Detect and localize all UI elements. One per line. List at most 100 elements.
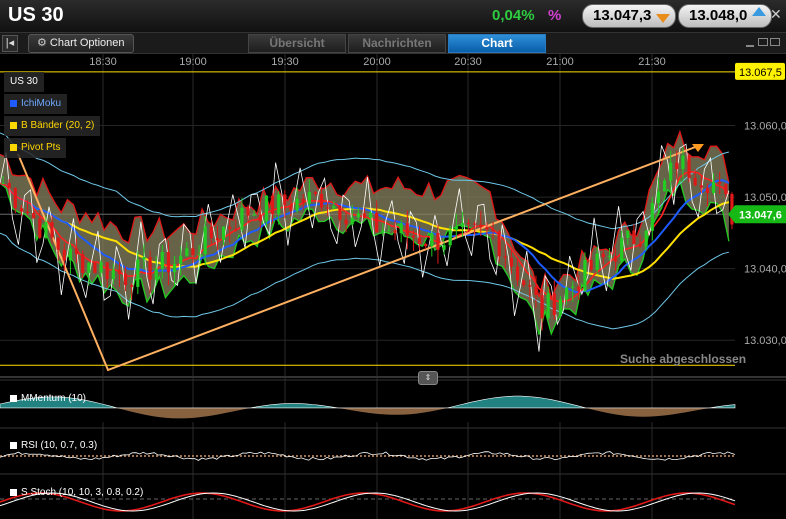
candle-body	[295, 198, 299, 211]
candle-body	[571, 286, 575, 288]
candle-body	[632, 230, 636, 245]
candle-body	[74, 248, 79, 255]
candle-body	[644, 230, 648, 247]
ichimoku-swatch-icon	[10, 99, 17, 107]
candle-body	[277, 194, 281, 215]
candle-body	[166, 252, 171, 273]
candle-body	[117, 269, 122, 275]
header-bar: US 30 0,04% % 13.047,3 13.048,0 ✕	[0, 0, 786, 33]
candle-body	[313, 192, 318, 194]
candle-body	[411, 235, 416, 238]
time-label: 21:30	[638, 56, 666, 68]
candle-body	[473, 223, 477, 225]
candle-body	[136, 259, 140, 287]
candle-body	[552, 293, 556, 315]
candle-body	[607, 256, 612, 258]
candle-body	[522, 280, 526, 286]
candle-body	[595, 253, 599, 270]
percent-toggle[interactable]: %	[548, 7, 561, 24]
tab-news[interactable]: Nachrichten	[348, 34, 446, 53]
candle-body	[466, 223, 471, 225]
chart-options-button[interactable]: ⚙ Chart Optionen	[28, 34, 134, 53]
candle-body	[405, 223, 409, 236]
momentum-label[interactable]: MMentum (10)	[10, 393, 86, 404]
candle-body	[191, 248, 195, 256]
legend-pivot[interactable]: Pivot Pts	[4, 138, 67, 158]
stoch-swatch-icon	[10, 488, 17, 496]
legend-bollinger[interactable]: B Bänder (20, 2)	[4, 116, 101, 136]
minimize-icon[interactable]	[746, 42, 754, 47]
candle-body	[228, 226, 232, 229]
candle-body	[160, 252, 164, 269]
candle-body	[32, 213, 36, 219]
candle-body	[601, 253, 605, 258]
candle-body	[375, 212, 379, 233]
candle-body	[368, 212, 373, 218]
candle-body	[515, 266, 520, 281]
candle-body	[454, 226, 458, 231]
candle-body	[718, 181, 722, 184]
legend-ichimoku[interactable]: IchiMoku	[4, 94, 68, 114]
candle-body	[509, 257, 514, 267]
symbol-title: US 30	[8, 4, 64, 26]
price-chart[interactable]: 18:30 19:00 19:30 20:00 20:30 21:00 21:30 13.06…	[0, 54, 786, 519]
candle-body	[332, 205, 336, 209]
candle-body	[638, 244, 642, 247]
rsi-label-text: RSI (10, 0.7, 0.3)	[21, 440, 98, 451]
candle-body	[56, 237, 60, 250]
candle-body	[711, 181, 716, 193]
candle-body	[62, 249, 66, 261]
panel-divider	[0, 376, 786, 378]
candle-body	[81, 254, 85, 273]
rsi-label[interactable]: RSI (10, 0.7, 0.3)	[10, 440, 97, 451]
candle-body	[546, 293, 550, 319]
close-icon[interactable]: ✕	[770, 6, 782, 23]
candle-body	[148, 257, 152, 280]
candle-body	[19, 208, 24, 212]
maximize-icon[interactable]	[770, 38, 780, 46]
current-price-label: 13.047,6	[739, 209, 782, 221]
collapse-panel-button[interactable]: |◂	[2, 35, 18, 52]
candle-body	[111, 269, 115, 280]
tab-overview[interactable]: Übersicht	[248, 34, 346, 53]
candle-body	[577, 286, 581, 292]
price-label: 13.030,0	[744, 335, 786, 347]
candle-body	[234, 228, 238, 230]
time-label: 18:30	[89, 56, 117, 68]
tab-chart[interactable]: Chart	[448, 34, 546, 53]
candle-body	[381, 230, 385, 233]
candle-body	[656, 191, 661, 204]
candle-body	[154, 268, 158, 280]
chart-grid	[0, 54, 735, 519]
restore-icon[interactable]	[758, 38, 768, 46]
candle-body	[564, 287, 569, 300]
candle-body	[130, 285, 134, 287]
candle-body	[613, 256, 618, 262]
rsi-swatch-icon	[10, 441, 17, 449]
candle-body	[240, 207, 244, 230]
candle-body	[301, 198, 305, 204]
candle-body	[393, 230, 397, 234]
candle-body	[344, 219, 348, 225]
candle-body	[13, 188, 17, 209]
cloud-area	[0, 131, 729, 335]
momentum-swatch-icon	[10, 394, 17, 402]
legend-bollinger-label: B Bänder (20, 2)	[21, 120, 95, 131]
candle-body	[215, 238, 220, 240]
candle-body	[362, 213, 367, 218]
candle-body	[687, 155, 691, 178]
legend-pivot-label: Pivot Pts	[21, 142, 61, 153]
candle-body	[724, 183, 728, 194]
candle-body	[172, 263, 177, 273]
time-label: 20:30	[454, 56, 482, 68]
candle-body	[436, 233, 440, 250]
panel-resize-handle[interactable]: ⇕	[418, 371, 438, 385]
candle-body	[246, 207, 250, 216]
pivot-high-label: 13.067,5	[739, 67, 782, 79]
candle-body	[38, 218, 42, 238]
candle-body	[693, 177, 697, 186]
stoch-label[interactable]: S Stoch (10, 10, 3, 0.8, 0.2)	[10, 487, 143, 498]
candle-body	[448, 230, 452, 246]
candle-body	[185, 248, 189, 256]
candle-body	[307, 192, 311, 204]
